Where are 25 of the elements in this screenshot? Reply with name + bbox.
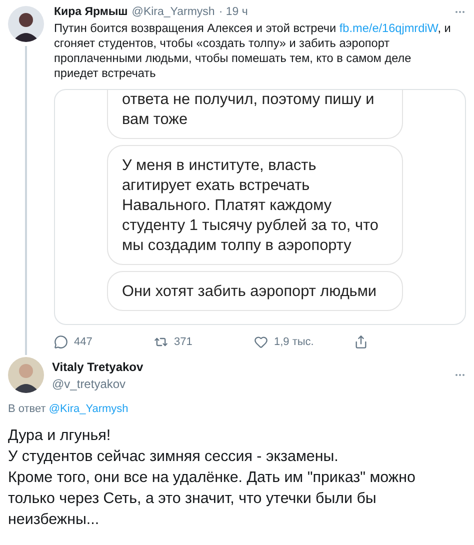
tweet-time: · 19 ч [218,6,248,18]
message-bubble: Они хотят забить аэропорт людьми [107,271,403,311]
tweet-text: Путин боится возвращения Алексея и этой встречи fb.me/e/16qjmrdiW, и сгоняет студентов, чтобы «создать толпу» и забить аэропорт проплаченными людьми, чтобы помешать тем, кто в самом деле приедет встречать [54,21,452,81]
image-card[interactable] [54,89,466,325]
retweet-icon[interactable] [154,335,168,349]
action-count: 371 [174,336,192,348]
reply-icon[interactable] [54,335,68,349]
action-count: 1,9 тыс. [274,336,314,348]
reply-context: В ответ @Kira_Yarmysh [8,403,130,415]
share-icon[interactable] [354,335,368,349]
author-name[interactable]: Vitaly Tretyakov [52,360,144,374]
mention-link[interactable]: @Kira_Yarmysh [48,403,128,415]
action-count: 447 [74,336,92,348]
reply-text: Кроме того, они все на удалёнке. Дать им "приказ" можно только через Сеть, а это значит, что утечки были бы неизбежны... [8,468,416,530]
tweet-link[interactable]: fb.me/e/16qjmrdiW [339,21,438,35]
reply-text: У студентов сейчас зимняя сессия - экзамены. [8,447,340,467]
heart-icon[interactable] [254,335,268,349]
author-name[interactable]: Кира Ярмыш [54,6,128,18]
message-bubble: ответа не получил, поэтому пишу и вам тоже [107,90,403,139]
reply-text: Дура и лгунья! [8,426,112,446]
avatar[interactable] [8,6,44,42]
author-handle[interactable]: @v_tretyakov [52,376,144,390]
author-handle[interactable]: @Kira_Yarmysh [132,6,215,18]
message-bubble: У меня в институте, власть агитирует ехать встречать Навального. Платят каждому студенту 1 тысячу рублей за то, что мы создадим толпу в аэропорту [107,145,403,265]
avatar[interactable] [8,357,44,393]
